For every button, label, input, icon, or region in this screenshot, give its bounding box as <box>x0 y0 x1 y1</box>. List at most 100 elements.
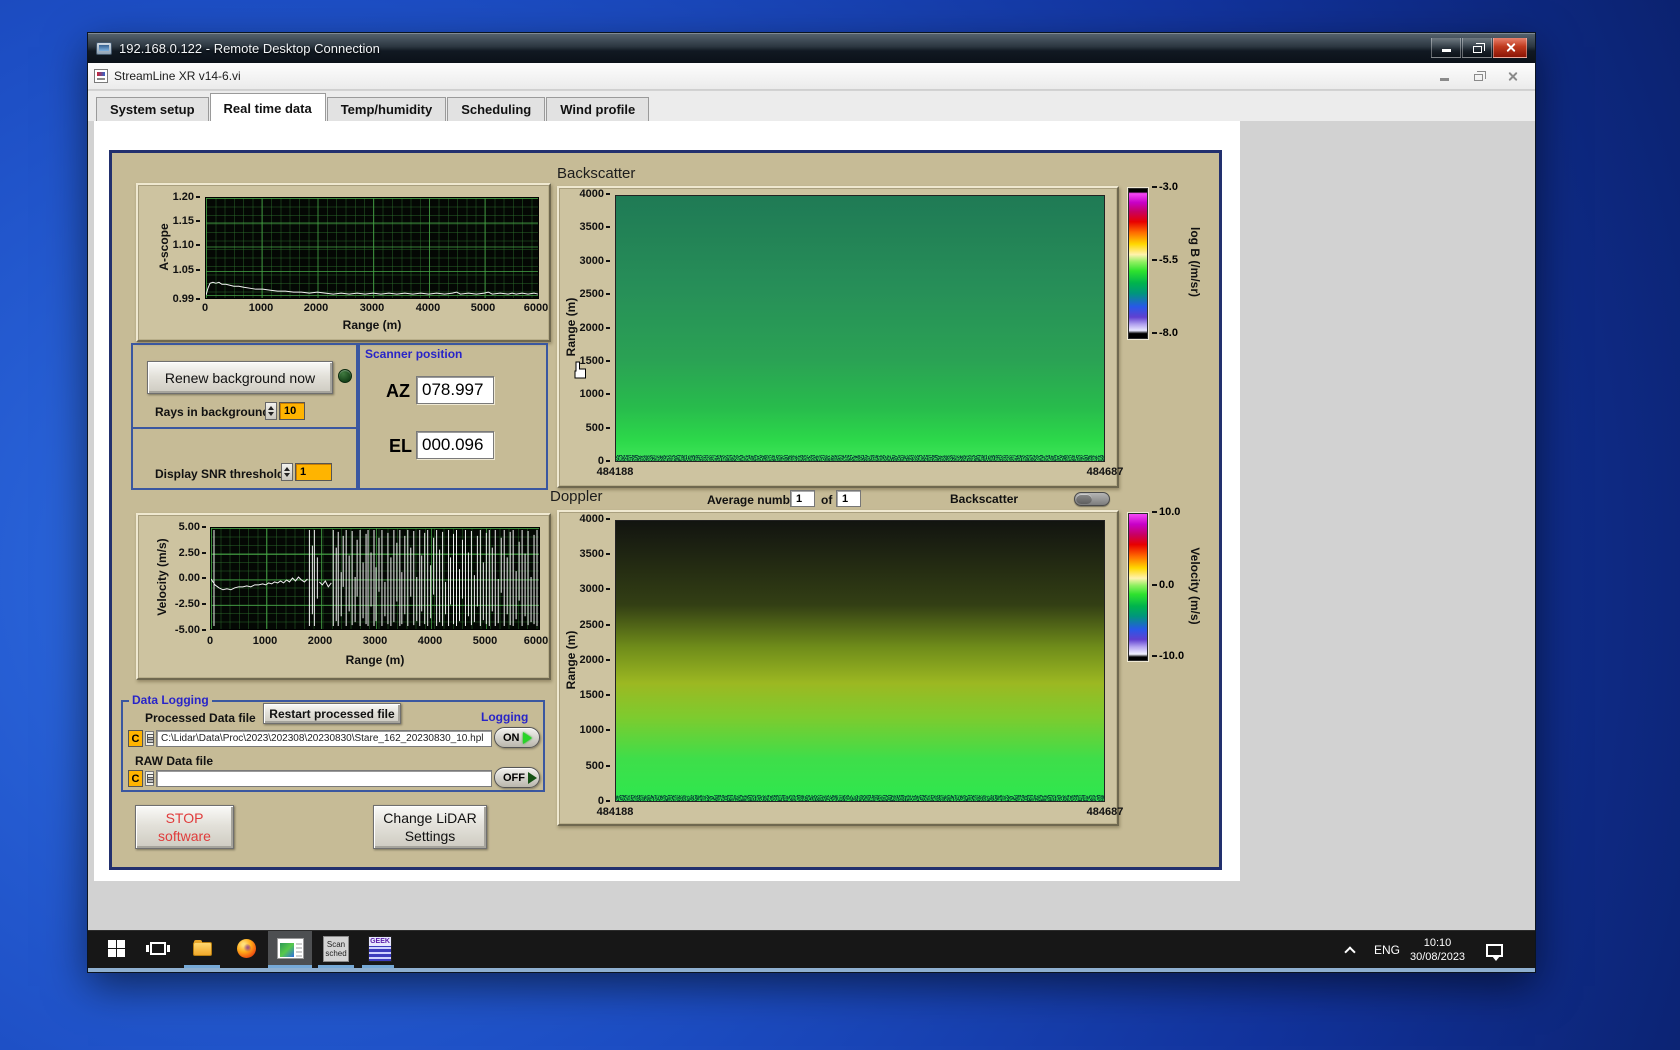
ascope-y-ticks: 1.20 1.15 1.10 1.05 0.99 <box>156 191 200 305</box>
rays-in-background-field[interactable]: 10 <box>279 402 305 420</box>
tab-temp-humidity[interactable]: Temp/humidity <box>326 97 447 121</box>
el-label: EL <box>389 436 413 456</box>
backscatter-y-ticks: 4000 3500 3000 2500 2000 1500 1000 500 0 <box>564 188 610 467</box>
remote-session-area: StreamLine XR v14-6.vi System setup Real… <box>88 63 1535 968</box>
running-indicator <box>318 965 354 968</box>
app-titlebar[interactable]: StreamLine XR v14-6.vi <box>88 63 1535 90</box>
velocity-y-ticks: 5.00 2.50 0.00 -2.50 -5.00 <box>156 521 206 636</box>
minimize-icon <box>1441 49 1451 52</box>
scan-scheduler-button[interactable]: Scan sched <box>316 931 356 966</box>
data-logging-title: Data Logging <box>129 693 212 707</box>
doppler-heatmap[interactable] <box>615 520 1105 802</box>
backscatter-toggle-label: Backscatter <box>950 492 1019 506</box>
rays-spinner[interactable] <box>265 402 277 420</box>
running-indicator <box>268 965 312 968</box>
backscatter-heatmap[interactable] <box>615 195 1105 462</box>
az-value-field[interactable]: 078.997 <box>416 376 494 404</box>
velocity-plot-area[interactable] <box>210 527 540 630</box>
app-minimize-button[interactable] <box>1427 66 1461 86</box>
tab-real-time-data[interactable]: Real time data <box>209 93 326 121</box>
rdc-restore-button[interactable] <box>1462 38 1492 58</box>
app-window-title: StreamLine XR v14-6.vi <box>114 69 241 83</box>
tab-wind-profile[interactable]: Wind profile <box>546 97 650 121</box>
tab-system-setup[interactable]: System setup <box>96 97 209 121</box>
processed-logging-on-button[interactable]: ON <box>494 727 540 748</box>
change-lidar-settings-button[interactable]: Change LiDAR Settings <box>373 805 487 849</box>
velocity-graph: Velocity (m/s) 5.00 2.50 0.00 -2.50 -5.0… <box>136 513 551 680</box>
processed-path-field[interactable]: C:\Lidar\Data\Proc\2023\202308\20230830\… <box>156 730 492 747</box>
clock-time: 10:10 <box>1423 937 1452 949</box>
average-number-field[interactable]: 1 <box>790 490 815 507</box>
rays-in-background-label: Rays in background <box>155 405 270 419</box>
snr-spinner[interactable] <box>281 463 293 481</box>
velocity-x-axis-label: Range (m) <box>345 653 405 667</box>
box-divider <box>131 427 358 429</box>
firefox-icon <box>236 939 256 958</box>
doppler-y-ticks: 4000 3500 3000 2500 2000 1500 1000 500 0 <box>564 513 610 807</box>
clock-date: 30/08/2023 <box>1410 951 1466 963</box>
doppler-x-left: 484188 <box>596 806 634 818</box>
app-close-button[interactable] <box>1495 66 1529 86</box>
tab-scheduling[interactable]: Scheduling <box>447 97 546 121</box>
minimize-icon <box>1439 77 1449 81</box>
backscatter-colorbar-ticks: -3.0 -5.5 -8.0 <box>1152 181 1192 339</box>
running-indicator <box>184 965 220 968</box>
off-label: OFF <box>503 771 525 784</box>
rdc-titlebar[interactable]: 192.168.0.122 - Remote Desktop Connectio… <box>88 33 1535 63</box>
file-explorer-button[interactable] <box>182 931 222 966</box>
close-icon <box>1507 71 1518 82</box>
ascope-plot-area[interactable] <box>205 197 539 299</box>
app-restore-button[interactable] <box>1461 66 1495 86</box>
az-label: AZ <box>386 381 410 401</box>
processed-path-browse-icon[interactable] <box>145 731 154 746</box>
rdc-close-button[interactable] <box>1493 38 1527 58</box>
backscatter-display-toggle[interactable] <box>1074 492 1110 506</box>
task-view-button[interactable] <box>138 931 178 966</box>
raw-drive-box[interactable]: C <box>128 770 143 787</box>
dark-led-icon <box>528 771 537 784</box>
tab-strip: System setup Real time data Temp/humidit… <box>88 91 1535 121</box>
on-label: ON <box>503 731 520 744</box>
notification-icon <box>1486 943 1503 961</box>
renew-background-button[interactable]: Renew background now <box>147 361 333 394</box>
running-indicator <box>362 965 394 968</box>
remote-desktop-window: 192.168.0.122 - Remote Desktop Connectio… <box>88 33 1535 972</box>
processed-data-file-label: Processed Data file <box>145 711 256 725</box>
clock[interactable]: 10:10 30/08/2023 <box>1410 931 1465 968</box>
snr-threshold-field[interactable]: 1 <box>295 463 332 481</box>
firefox-button[interactable] <box>226 931 266 966</box>
streamline-app-icon <box>276 938 304 959</box>
notification-center-button[interactable] <box>1486 931 1503 968</box>
scanner-position-box: Scanner position AZ 078.997 EL 000.096 <box>358 343 548 490</box>
el-value-field[interactable]: 000.096 <box>416 431 494 459</box>
green-led-icon <box>522 731 532 744</box>
doppler-title: Doppler <box>550 488 603 505</box>
mouse-cursor <box>574 361 586 379</box>
start-button[interactable] <box>96 931 136 966</box>
ascope-trace <box>205 281 539 296</box>
rdc-minimize-button[interactable] <box>1431 38 1461 58</box>
renew-background-led <box>338 369 352 383</box>
restart-processed-file-button[interactable]: Restart processed file <box>263 703 401 724</box>
real-time-data-panel: A-scope 1.20 1.15 1.10 1.05 0.99 0 1000 … <box>109 150 1222 870</box>
doppler-colorbar-label: Velocity (m/s) <box>1188 547 1202 625</box>
raw-path-browse-icon[interactable] <box>145 771 154 786</box>
raw-path-field[interactable] <box>156 770 492 787</box>
ascope-x-axis-label: Range (m) <box>342 318 402 332</box>
stop-software-button[interactable]: STOP software <box>135 805 234 849</box>
data-logging-box: Data Logging Processed Data file Restart… <box>121 693 545 792</box>
tray-expand-button[interactable] <box>1344 931 1356 968</box>
language-indicator[interactable]: ENG <box>1374 931 1400 968</box>
geek-app-button[interactable]: GEEK <box>360 931 400 966</box>
doppler-colorbar <box>1128 513 1148 661</box>
average-total-field[interactable]: 1 <box>836 490 861 507</box>
raw-logging-off-button[interactable]: OFF <box>494 767 540 788</box>
snr-threshold-label: Display SNR threshold <box>155 467 285 481</box>
geek-app-icon: GEEK <box>368 935 392 962</box>
scanner-position-title: Scanner position <box>365 347 463 361</box>
rdc-window-title: 192.168.0.122 - Remote Desktop Connectio… <box>119 40 380 56</box>
ascope-graph: A-scope 1.20 1.15 1.10 1.05 0.99 0 1000 … <box>136 183 551 342</box>
of-label: of <box>821 493 833 507</box>
processed-drive-box[interactable]: C <box>128 730 143 747</box>
streamline-app-button[interactable] <box>268 931 312 966</box>
